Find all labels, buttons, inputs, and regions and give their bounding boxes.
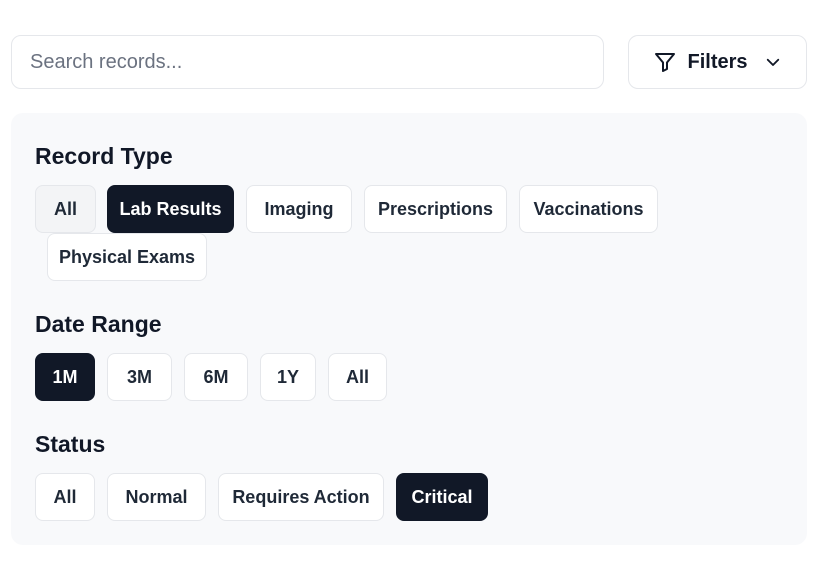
status-chip-normal[interactable]: Normal (107, 473, 206, 521)
date-range-chip-1y[interactable]: 1Y (260, 353, 316, 401)
status-chip-all[interactable]: All (35, 473, 95, 521)
search-box (11, 35, 604, 89)
date-range-chip-6m[interactable]: 6M (184, 353, 248, 401)
chevron-down-icon (764, 53, 782, 71)
status-chip-critical[interactable]: Critical (396, 473, 488, 521)
date-range-chip-1m[interactable]: 1M (35, 353, 95, 401)
record-type-title: Record Type (35, 143, 173, 169)
search-input[interactable] (12, 36, 603, 88)
toolbar: Filters (11, 35, 807, 89)
date-range-title: Date Range (35, 311, 162, 337)
filter-icon (653, 50, 677, 74)
filters-label: Filters (687, 50, 748, 73)
date-range-chip-3m[interactable]: 3M (107, 353, 172, 401)
record-type-chip-physical-exams[interactable]: Physical Exams (47, 233, 207, 281)
filters-button[interactable]: Filters (628, 35, 807, 89)
record-type-chip-vaccinations[interactable]: Vaccinations (519, 185, 658, 233)
filter-panel: Record Type All Lab Results Imaging Pres… (11, 113, 807, 545)
status-title: Status (35, 431, 106, 457)
date-range-chip-all[interactable]: All (328, 353, 387, 401)
record-type-chip-all[interactable]: All (35, 185, 96, 233)
record-type-chip-lab-results[interactable]: Lab Results (107, 185, 234, 233)
record-type-chip-prescriptions[interactable]: Prescriptions (364, 185, 507, 233)
record-type-chip-imaging[interactable]: Imaging (246, 185, 352, 233)
status-chip-requires-action[interactable]: Requires Action (218, 473, 384, 521)
